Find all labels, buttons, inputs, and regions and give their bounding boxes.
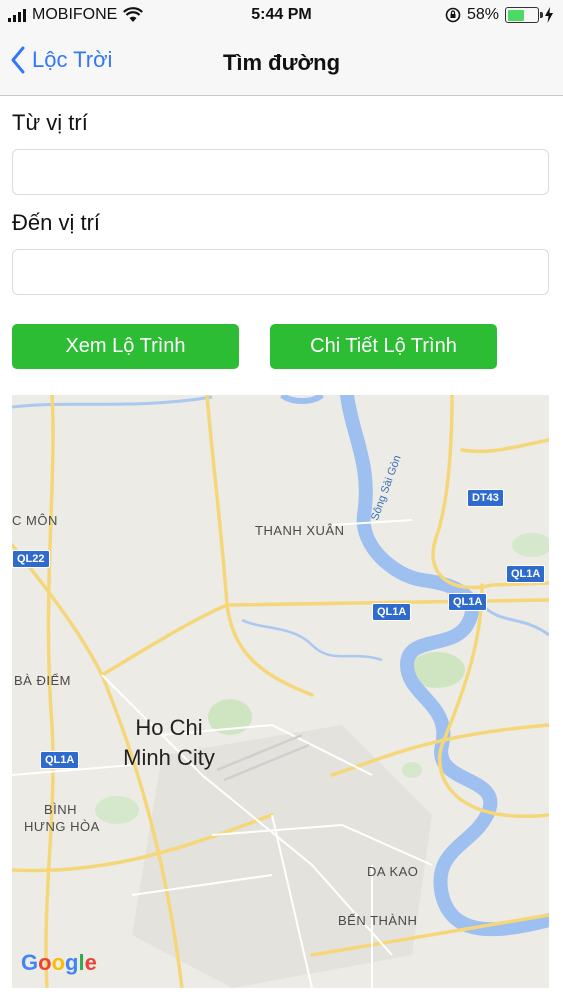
map-place-label: C MÔN bbox=[12, 513, 58, 528]
charging-icon bbox=[545, 7, 553, 23]
map-place-label: BÌNH bbox=[44, 802, 78, 817]
map-view[interactable]: C MÔN THANH XUÂN BÀ ĐIỂM BÌNH HƯNG HÒA D… bbox=[12, 395, 549, 988]
road-shield: QL1A bbox=[506, 565, 546, 583]
road-shield: QL1A bbox=[448, 593, 488, 611]
map-place-label: DA KAO bbox=[367, 864, 419, 879]
nav-bar: Lộc Trời Tìm đường bbox=[0, 32, 563, 96]
road-shield: QL1A bbox=[372, 603, 412, 621]
road-shield: QL1A bbox=[40, 751, 80, 769]
road-shield: QL22 bbox=[12, 550, 50, 568]
battery-percent: 58% bbox=[466, 6, 499, 23]
road-shield: DT43 bbox=[467, 489, 504, 507]
map-place-label: THANH XUÂN bbox=[255, 523, 345, 538]
view-route-button[interactable]: Xem Lộ Trình bbox=[12, 324, 239, 369]
map-place-label: BẾN THÀNH bbox=[338, 913, 418, 928]
map-canvas bbox=[12, 395, 549, 988]
from-location-input[interactable] bbox=[12, 149, 549, 195]
page-title: Tìm đường bbox=[222, 50, 341, 75]
map-place-label: BÀ ĐIỂM bbox=[14, 673, 71, 688]
to-location-input[interactable] bbox=[12, 249, 549, 295]
city-label-line2: Minh City bbox=[123, 745, 215, 770]
city-label-line1: Ho Chi bbox=[135, 715, 203, 740]
google-logo: Google bbox=[21, 950, 97, 975]
status-right: 58% bbox=[445, 6, 553, 24]
map-place-label: HƯNG HÒA bbox=[24, 819, 100, 834]
to-label: Đến vị trí bbox=[12, 210, 101, 235]
status-bar: MOBIFONE 5:44 PM 58% bbox=[0, 0, 563, 32]
route-details-button[interactable]: Chi Tiết Lộ Trình bbox=[270, 324, 497, 369]
city-label: Ho Chi Minh City bbox=[94, 713, 244, 773]
from-label: Từ vị trí bbox=[12, 110, 88, 135]
battery-icon bbox=[505, 7, 543, 23]
battery-level bbox=[507, 9, 525, 21]
orientation-lock-icon bbox=[445, 7, 461, 23]
